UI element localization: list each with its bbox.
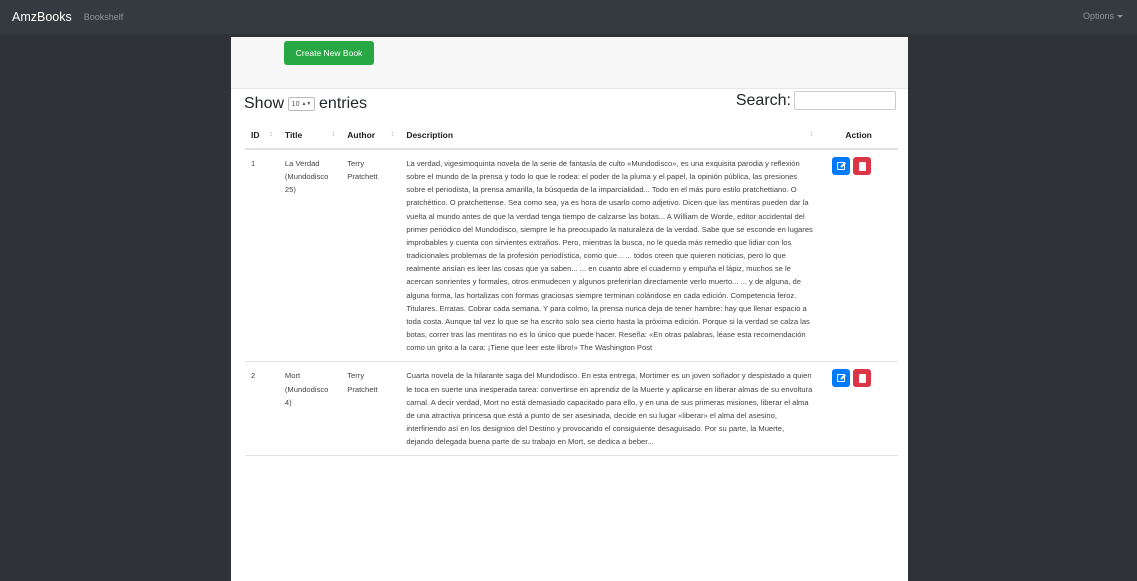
cell-description: Cuarta novela de la hilarante saga del M… — [400, 361, 820, 457]
brand-logo[interactable]: AmzBooks — [12, 10, 72, 24]
show-label: Show — [244, 95, 285, 112]
search-control: Search: — [736, 91, 896, 110]
cell-title: Mort (Mundodisco 4) — [278, 361, 342, 457]
cell-action — [819, 149, 898, 363]
search-input[interactable] — [794, 91, 896, 110]
sort-icon: ↕ — [331, 129, 336, 138]
cell-action — [819, 361, 898, 457]
books-table: ID ↕ Title ↕ Author ↕ Description ↕ Action 1… — [245, 121, 898, 457]
cell-author: Terry Pratchett — [341, 361, 401, 457]
books-panel: Create New Book Show 10 ▲▼ entries Searc… — [231, 37, 908, 581]
column-header-description[interactable]: Description ↕ — [400, 121, 820, 150]
entries-length-value: 10 — [291, 100, 300, 108]
entries-length-select[interactable]: 10 ▲▼ — [288, 97, 316, 111]
cell-id: 1 — [245, 149, 279, 363]
sort-icon: ↕ — [809, 129, 814, 138]
column-header-author[interactable]: Author ↕ — [341, 121, 401, 150]
cell-id: 2 — [245, 361, 279, 457]
column-header-id[interactable]: ID ↕ — [245, 121, 279, 150]
entries-length-control: Show 10 ▲▼ entries — [244, 95, 367, 113]
panel-header: Create New Book — [231, 37, 908, 89]
options-label: Options — [1082, 11, 1114, 21]
search-label: Search: — [735, 91, 791, 109]
edit-icon — [837, 162, 846, 170]
options-dropdown[interactable]: Options — [1083, 11, 1123, 21]
delete-button[interactable] — [853, 157, 872, 175]
trash-icon — [858, 161, 866, 171]
cell-title: La Verdad (Mundodisco 25) — [278, 149, 342, 363]
delete-button[interactable] — [853, 369, 872, 388]
cell-description: La verdad, vigesimoquinta novela de la s… — [400, 149, 820, 363]
table-row: 2 Mort (Mundodisco 4) Terry Pratchett Cu… — [245, 361, 898, 457]
table-header-row: ID ↕ Title ↕ Author ↕ Description ↕ Action — [245, 121, 898, 150]
table-row: 1 La Verdad (Mundodisco 25) Terry Pratch… — [245, 149, 898, 363]
edit-button[interactable] — [832, 369, 851, 388]
trash-icon — [858, 373, 866, 383]
sort-icon: ↕ — [390, 129, 395, 138]
edit-button[interactable] — [832, 157, 851, 175]
sort-icon: ↕ — [268, 129, 273, 138]
cell-author: Terry Pratchett — [341, 149, 401, 363]
select-arrow-icon: ▲▼ — [301, 101, 312, 107]
navbar: AmzBooks Bookshelf Options — [0, 0, 1137, 34]
caret-down-icon — [1117, 14, 1123, 18]
column-header-title[interactable]: Title ↕ — [278, 121, 342, 150]
create-book-button[interactable]: Create New Book — [284, 41, 374, 65]
edit-icon — [837, 374, 846, 383]
nav-link-bookshelf[interactable]: Bookshelf — [84, 12, 124, 22]
column-header-action: Action — [819, 121, 898, 150]
entries-label: entries — [319, 95, 368, 112]
